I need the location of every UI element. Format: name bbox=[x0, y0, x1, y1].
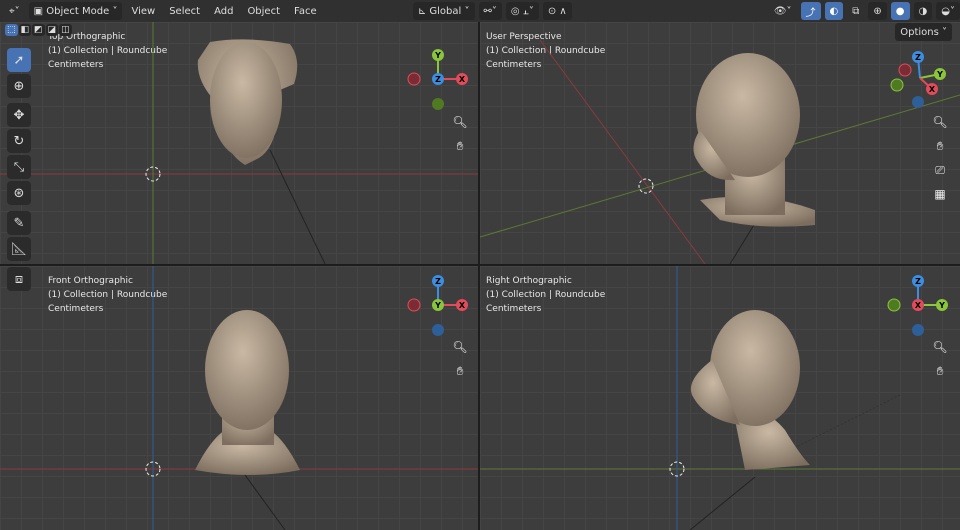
gizmo-perspective[interactable]: Z YX bbox=[890, 51, 946, 108]
magnifier-icon: 🔍︎ bbox=[452, 340, 468, 354]
gizmo-x-label: X bbox=[459, 301, 466, 310]
magnifier-icon: 🔍︎ bbox=[452, 115, 468, 129]
hand-icon: ✋︎ bbox=[456, 138, 464, 153]
camera-view-button[interactable]: ⎚ bbox=[930, 160, 950, 180]
toggle-projection-button[interactable]: ▦ bbox=[930, 184, 950, 204]
ruler-icon: 📐︎ bbox=[10, 241, 28, 257]
zoom-view-button[interactable]: 🔍︎ bbox=[930, 337, 950, 357]
select-box-tool[interactable]: ➚ bbox=[7, 48, 31, 72]
select-mode-buttons: ⬚ ◧ ◩ ◪ ◫ bbox=[5, 24, 72, 36]
gizmo-z-label: Z bbox=[435, 75, 441, 84]
camera-icon: ⎚ bbox=[935, 162, 945, 177]
gizmo-x-label: X bbox=[915, 301, 922, 310]
zoom-view-button[interactable]: 🔍︎ bbox=[930, 112, 950, 132]
pan-view-button[interactable]: ✋︎ bbox=[930, 136, 950, 156]
rotate-icon: ↻ bbox=[13, 133, 25, 149]
move-tool[interactable]: ✥ bbox=[7, 103, 31, 127]
gizmo-z-label: Z bbox=[915, 53, 921, 62]
scale-icon: ⤡ bbox=[13, 159, 25, 175]
gizmo-x-label: X bbox=[459, 75, 466, 84]
hand-icon: ✋︎ bbox=[936, 138, 944, 153]
select-intersect-button[interactable]: ◫ bbox=[59, 24, 72, 36]
cursor-arrow-icon: ➚ bbox=[13, 52, 25, 68]
gizmo-y-label: Y bbox=[434, 51, 441, 60]
gizmo-y-label: Y bbox=[936, 70, 943, 79]
zoom-view-button[interactable]: 🔍︎ bbox=[450, 112, 470, 132]
zoom-view-button[interactable]: 🔍︎ bbox=[450, 337, 470, 357]
gizmo-z-label: Z bbox=[915, 277, 921, 286]
grid-icon: ▦ bbox=[934, 187, 946, 201]
add-cube-tool[interactable]: ⧈ bbox=[7, 267, 31, 291]
magnifier-icon: 🔍︎ bbox=[932, 115, 948, 129]
magnifier-icon: 🔍︎ bbox=[932, 340, 948, 354]
hand-icon: ✋︎ bbox=[936, 363, 944, 378]
gizmo-z-label: Z bbox=[435, 277, 441, 286]
transform-tool[interactable]: ⊛ bbox=[7, 181, 31, 205]
gizmo-front[interactable]: Z X Y bbox=[407, 275, 468, 336]
select-invert-button[interactable]: ◪ bbox=[45, 24, 59, 36]
select-subtract-button[interactable]: ◩ bbox=[32, 24, 45, 36]
rotate-tool[interactable]: ↻ bbox=[7, 129, 31, 153]
hand-icon: ✋︎ bbox=[456, 363, 464, 378]
pencil-icon: ✎ bbox=[13, 215, 25, 231]
transform-icon: ⊛ bbox=[13, 185, 25, 201]
select-extend-button[interactable]: ◧ bbox=[18, 24, 32, 36]
gizmo-top[interactable]: Y X Z bbox=[407, 49, 468, 110]
move-icon: ✥ bbox=[13, 107, 25, 123]
gizmo-y-label: Y bbox=[434, 301, 441, 310]
navigation-gizmos[interactable]: YXZ ZYX ZXY ZYX bbox=[0, 0, 960, 530]
gizmo-x-label: X bbox=[929, 85, 936, 94]
measure-tool[interactable]: 📐︎ bbox=[7, 237, 31, 261]
crosshair-icon: ⊕ bbox=[13, 78, 25, 94]
cube-add-icon: ⧈ bbox=[14, 271, 24, 287]
scale-tool[interactable]: ⤡ bbox=[7, 155, 31, 179]
gizmo-right[interactable]: Z Y X bbox=[887, 275, 948, 336]
annotate-tool[interactable]: ✎ bbox=[7, 211, 31, 235]
cursor-tool[interactable]: ⊕ bbox=[7, 74, 31, 98]
pan-view-button[interactable]: ✋︎ bbox=[450, 136, 470, 156]
select-new-button[interactable]: ⬚ bbox=[5, 24, 18, 36]
pan-view-button[interactable]: ✋︎ bbox=[930, 361, 950, 381]
gizmo-y-label: Y bbox=[938, 301, 945, 310]
pan-view-button[interactable]: ✋︎ bbox=[450, 361, 470, 381]
